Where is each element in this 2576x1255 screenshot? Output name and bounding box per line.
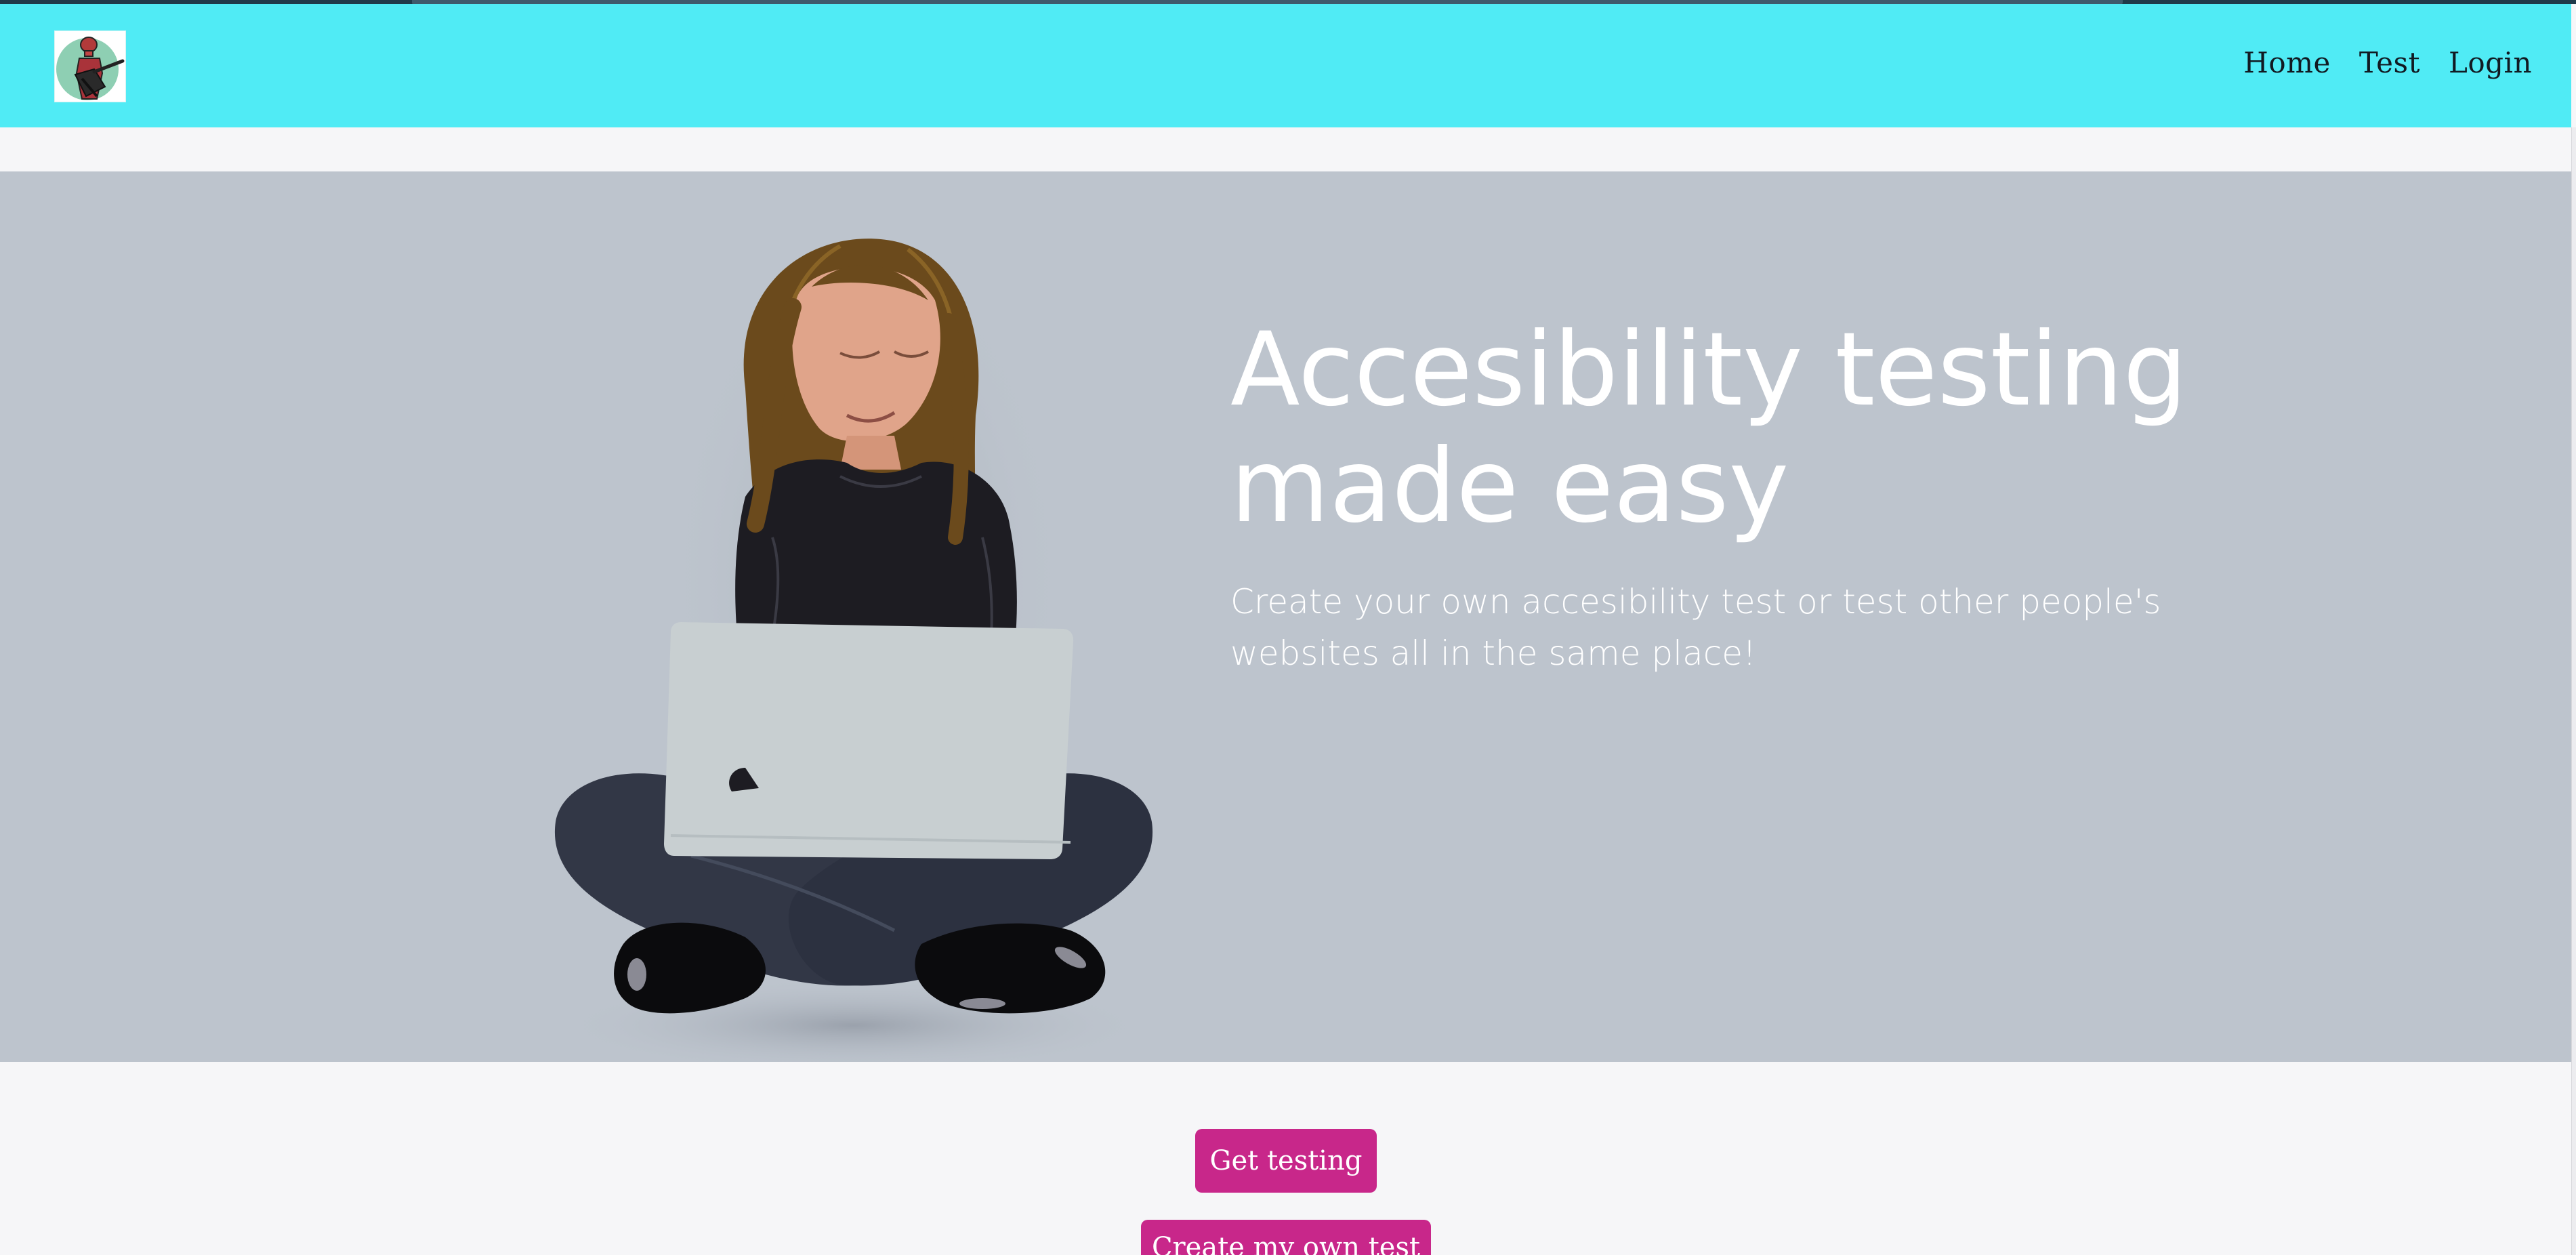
woman-with-laptop-illustration — [554, 226, 1153, 1062]
navbar: Home Test Login — [0, 4, 2571, 127]
main-nav: Home Test Login — [2243, 46, 2532, 79]
nav-login-link[interactable]: Login — [2449, 46, 2532, 79]
page-scrollbar[interactable] — [2571, 127, 2576, 1255]
create-own-test-button[interactable]: Create my own test — [1141, 1220, 1431, 1255]
hero-subtitle: Create your own accesibility test or tes… — [1230, 582, 2161, 673]
hero-title: Accesibility testing made easy — [1230, 311, 2188, 546]
page: Home Test Login Accesibility testing mad… — [0, 0, 2576, 1255]
hero-banner: Accesibility testing made easy Create yo… — [0, 171, 2571, 1062]
get-testing-button[interactable]: Get testing — [1195, 1129, 1377, 1193]
nav-test-link[interactable]: Test — [2359, 46, 2420, 79]
guitarist-logo-icon — [56, 37, 125, 100]
site-logo[interactable] — [54, 30, 126, 102]
nav-home-link[interactable]: Home — [2243, 46, 2331, 79]
